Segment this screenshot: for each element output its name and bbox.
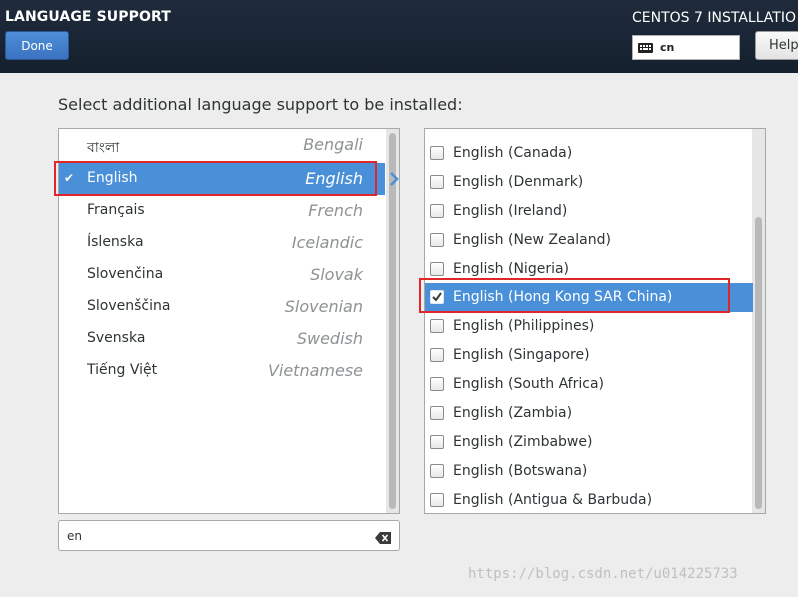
checkmark-icon: ✔ (64, 171, 75, 185)
search-input[interactable] (67, 527, 357, 545)
locale-row[interactable]: English (Hong Kong SAR China) (425, 283, 753, 312)
locale-row[interactable]: English (South Africa) (425, 370, 753, 399)
language-native-name: Svenska (87, 330, 146, 346)
locale-label: English (Ireland) (453, 203, 568, 219)
language-row[interactable]: Svenska Swedish (59, 323, 385, 355)
locale-row[interactable]: English (Botswana) (425, 457, 753, 486)
locale-label: English (Hong Kong SAR China) (453, 289, 673, 305)
language-row[interactable]: Slovenščina Slovenian (59, 291, 385, 323)
language-native-name: Tiếng Việt (87, 362, 158, 378)
locale-row[interactable]: English (Denmark) (425, 168, 753, 197)
locale-label: English (Zambia) (453, 405, 573, 421)
locale-checkbox[interactable] (430, 435, 444, 449)
locale-list-scrollbar[interactable] (752, 129, 765, 513)
language-row[interactable]: ✔ English English (59, 163, 399, 195)
locale-row[interactable]: English (Antigua & Barbuda) (425, 486, 753, 513)
language-english-name: English (305, 169, 363, 188)
language-row[interactable]: বাংলা Bengali (59, 129, 385, 161)
locale-row[interactable]: English (Singapore) (425, 341, 753, 370)
language-native-name: Íslenska (87, 234, 144, 250)
language-row[interactable]: Slovenčina Slovak (59, 259, 385, 291)
locale-label: English (Nigeria) (453, 261, 570, 277)
language-native-name: Slovenščina (87, 298, 171, 314)
locale-label: English (Canada) (453, 145, 573, 161)
locale-label: English (Botswana) (453, 463, 588, 479)
language-english-name: Icelandic (291, 233, 363, 252)
language-list-scrollbar[interactable] (386, 129, 399, 513)
locale-checkbox[interactable] (430, 175, 444, 189)
clear-text-icon[interactable] (375, 529, 391, 548)
locale-checkbox[interactable] (430, 233, 444, 247)
language-native-name: Français (87, 202, 145, 218)
chevron-right-icon (390, 172, 399, 186)
language-english-name: French (308, 201, 363, 220)
locale-row[interactable]: English (New Zealand) (425, 226, 753, 255)
locale-row[interactable]: English (Canada) (425, 139, 753, 168)
locale-checkbox[interactable] (430, 464, 444, 478)
help-button[interactable]: Help (755, 31, 798, 60)
language-search-field[interactable] (58, 520, 400, 551)
locale-row[interactable]: English (Nigeria) (425, 255, 753, 284)
language-english-name: Bengali (303, 135, 363, 154)
keyboard-layout-label: cn (660, 41, 675, 54)
locale-row[interactable]: English (Zambia) (425, 399, 753, 428)
language-list: বাংলা Bengali ✔ English English Français Frenc… (58, 128, 400, 514)
locale-label: English (Philippines) (453, 318, 595, 334)
watermark: https://blog.csdn.net/u014225733 (468, 566, 738, 582)
checkmark-icon (432, 292, 442, 302)
locale-checkbox[interactable] (430, 146, 444, 160)
language-english-name: Vietnamese (267, 361, 363, 380)
locale-row[interactable]: English (Philippines) (425, 312, 753, 341)
locale-label: English (Singapore) (453, 347, 590, 363)
locale-checkbox[interactable] (430, 406, 444, 420)
keyboard-layout-indicator[interactable]: cn (632, 35, 740, 60)
product-title: CENTOS 7 INSTALLATIO (632, 10, 797, 26)
top-bar: LANGUAGE SUPPORT Done CENTOS 7 INSTALLAT… (0, 0, 798, 73)
language-english-name: Slovenian (284, 297, 363, 316)
locale-list: English (Canada) English (Denmark) English… (424, 128, 766, 514)
instruction-text: Select additional language support to be… (58, 95, 463, 114)
locale-row[interactable]: English (Zimbabwe) (425, 428, 753, 457)
scrollbar-thumb[interactable] (755, 217, 762, 509)
language-native-name: Slovenčina (87, 266, 164, 282)
locale-label: English (South Africa) (453, 376, 604, 392)
language-native-name: বাংলা (87, 140, 120, 156)
language-english-name: Slovak (310, 265, 363, 284)
language-row[interactable]: Tiếng Việt Vietnamese (59, 355, 385, 387)
spoke-title: LANGUAGE SUPPORT (5, 9, 171, 25)
language-row[interactable]: Íslenska Icelandic (59, 227, 385, 259)
language-english-name: Swedish (296, 329, 363, 348)
locale-checkbox[interactable] (430, 377, 444, 391)
scrollbar-thumb[interactable] (389, 133, 396, 509)
locale-checkbox[interactable] (430, 204, 444, 218)
locale-checkbox[interactable] (430, 262, 444, 276)
locale-checkbox[interactable] (430, 319, 444, 333)
locale-row[interactable]: English (Ireland) (425, 197, 753, 226)
locale-checkbox[interactable] (430, 290, 444, 304)
language-native-name: English (87, 170, 138, 186)
locale-label: English (Denmark) (453, 174, 584, 190)
locale-checkbox[interactable] (430, 348, 444, 362)
language-row[interactable]: Français French (59, 195, 385, 227)
keyboard-icon (638, 42, 653, 53)
done-button[interactable]: Done (5, 31, 69, 60)
locale-label: English (Zimbabwe) (453, 434, 593, 450)
locale-label: English (New Zealand) (453, 232, 611, 248)
locale-checkbox[interactable] (430, 493, 444, 507)
locale-label: English (Antigua & Barbuda) (453, 492, 653, 508)
